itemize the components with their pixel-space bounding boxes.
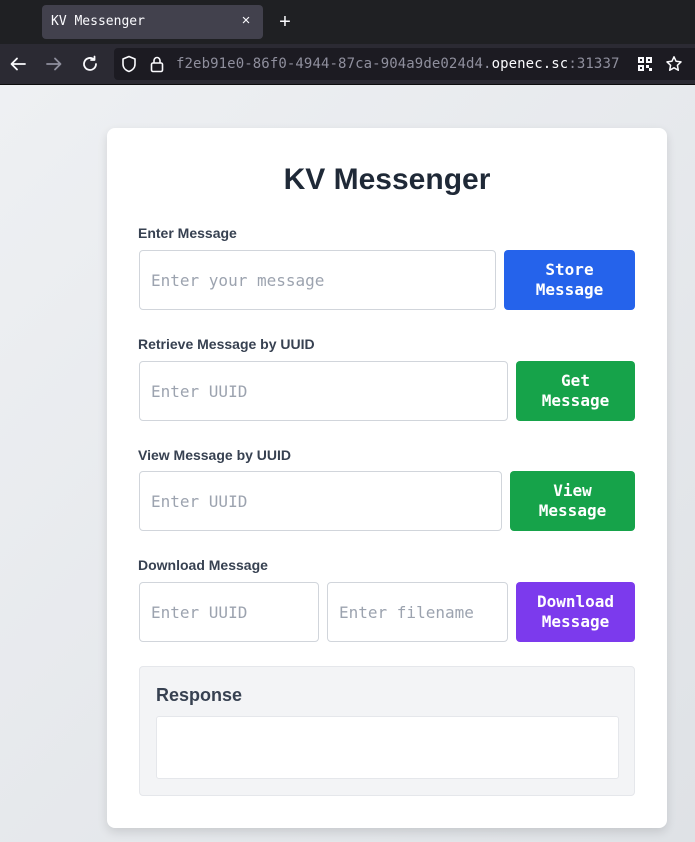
browser-tab-bar: KV Messenger × +	[0, 0, 695, 44]
page-title: KV Messenger	[283, 163, 491, 196]
browser-nav-bar: f2eb91e0-86f0-4944-87ca-904a9de024d4.ope…	[0, 44, 695, 85]
url-text[interactable]: f2eb91e0-86f0-4944-87ca-904a9de024d4.ope…	[176, 56, 620, 72]
response-title: Response	[156, 685, 243, 705]
messenger-card: KV Messenger Enter Message Store Message…	[107, 128, 667, 828]
response-output	[156, 716, 619, 779]
forward-arrow-icon[interactable]	[42, 52, 66, 76]
back-arrow-icon[interactable]	[6, 52, 30, 76]
tab-title: KV Messenger	[51, 14, 145, 29]
retrieve-uuid-input[interactable]	[139, 361, 508, 421]
message-input[interactable]	[139, 250, 496, 310]
qr-code-icon[interactable]	[636, 55, 654, 73]
browser-tab[interactable]: KV Messenger ×	[42, 5, 263, 39]
reload-icon[interactable]	[78, 52, 102, 76]
url-bar[interactable]: f2eb91e0-86f0-4944-87ca-904a9de024d4.ope…	[114, 48, 695, 80]
enter-message-label: Enter Message	[138, 225, 237, 241]
url-port: :31337	[568, 56, 620, 72]
new-tab-icon[interactable]: +	[275, 12, 295, 32]
download-message-label: Download Message	[138, 557, 268, 573]
url-prefix: f2eb91e0-86f0-4944-87ca-904a9de024d4.	[176, 56, 492, 72]
store-message-button[interactable]: Store Message	[504, 250, 635, 310]
download-uuid-input[interactable]	[139, 582, 319, 642]
download-message-button[interactable]: Download Message	[516, 582, 635, 642]
view-message-button[interactable]: View Message	[510, 471, 635, 531]
view-message-label: View Message by UUID	[138, 447, 292, 463]
bookmark-star-icon[interactable]	[665, 55, 683, 73]
url-host: openec.sc	[491, 56, 569, 72]
get-message-button[interactable]: Get Message	[516, 361, 635, 421]
tracking-shield-icon[interactable]	[120, 55, 138, 73]
close-tab-icon[interactable]: ×	[237, 12, 255, 30]
retrieve-message-label: Retrieve Message by UUID	[138, 336, 315, 352]
view-uuid-input[interactable]	[139, 471, 502, 531]
response-panel: Response	[139, 666, 635, 796]
download-filename-input[interactable]	[327, 582, 508, 642]
page-viewport: KV Messenger Enter Message Store Message…	[0, 85, 695, 842]
lock-icon[interactable]	[148, 55, 166, 73]
